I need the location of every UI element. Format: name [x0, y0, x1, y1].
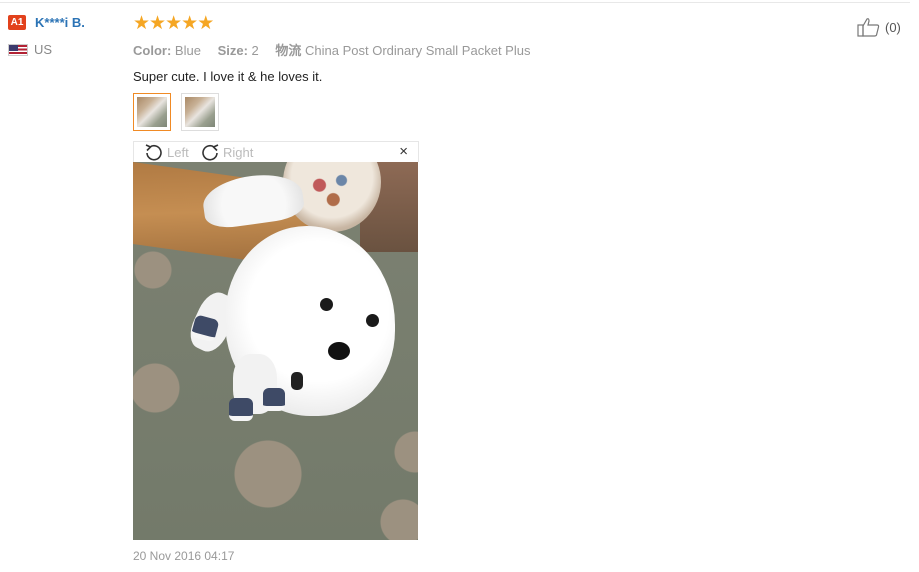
review-page: A1 K****i B. US ★ ★ ★ ★ ★ Color: Blue Si…: [0, 0, 919, 572]
star-rating: ★ ★ ★ ★ ★: [133, 13, 833, 34]
color-value: Blue: [174, 43, 201, 58]
shipping-value: China Post Ordinary Small Packet Plus: [305, 43, 531, 58]
rotate-right-icon: [202, 144, 219, 161]
rotate-left-icon: [145, 144, 162, 161]
reviewer-row: A1 K****i B.: [8, 15, 123, 30]
divider: [0, 2, 910, 3]
us-flag-icon: [8, 43, 28, 56]
thumbs-up-icon: [857, 18, 880, 37]
photo-thumbnail-2[interactable]: [181, 93, 219, 131]
rotate-right-button[interactable]: Right: [200, 143, 253, 161]
star-icon: ★: [197, 13, 214, 34]
rotate-left-label: Left: [167, 144, 189, 160]
close-viewer-button[interactable]: ×: [399, 143, 408, 160]
rotate-right-label: Right: [223, 144, 254, 160]
viewer-toolbar: Left Right ×: [133, 141, 419, 162]
star-icon: ★: [181, 13, 198, 34]
review-body: ★ ★ ★ ★ ★ Color: Blue Size: 2 物流 China P…: [133, 13, 833, 563]
reviewer-name: K****i B.: [35, 15, 85, 30]
photo-thumbnails: [133, 93, 833, 131]
reviewer-info: A1 K****i B. US: [8, 15, 123, 57]
shipping-label: 物流: [275, 43, 302, 58]
size-label: Size:: [217, 43, 248, 58]
review-date: 20 Nov 2016 04:17: [133, 549, 235, 563]
helpful-count: (0): [885, 19, 901, 35]
rotate-left-button[interactable]: Left: [144, 143, 189, 161]
review-photo: [133, 162, 418, 540]
photo-thumbnail-1[interactable]: [133, 93, 171, 131]
color-label: Color:: [133, 43, 172, 58]
helpful-button[interactable]: (0): [857, 17, 901, 37]
review-text: Super cute. I love it & he loves it.: [133, 69, 323, 84]
country-row: US: [8, 42, 123, 57]
star-icon: ★: [149, 13, 166, 34]
level-badge: A1: [8, 15, 26, 30]
star-icon: ★: [133, 13, 150, 34]
order-attributes: Color: Blue Size: 2 物流 China Post Ordina…: [133, 40, 833, 59]
star-icon: ★: [165, 13, 182, 34]
photo-viewer: Left Right × 20 Nov 2016 04:17: [133, 141, 419, 563]
size-value: 2: [251, 43, 259, 58]
country-code: US: [34, 42, 53, 57]
